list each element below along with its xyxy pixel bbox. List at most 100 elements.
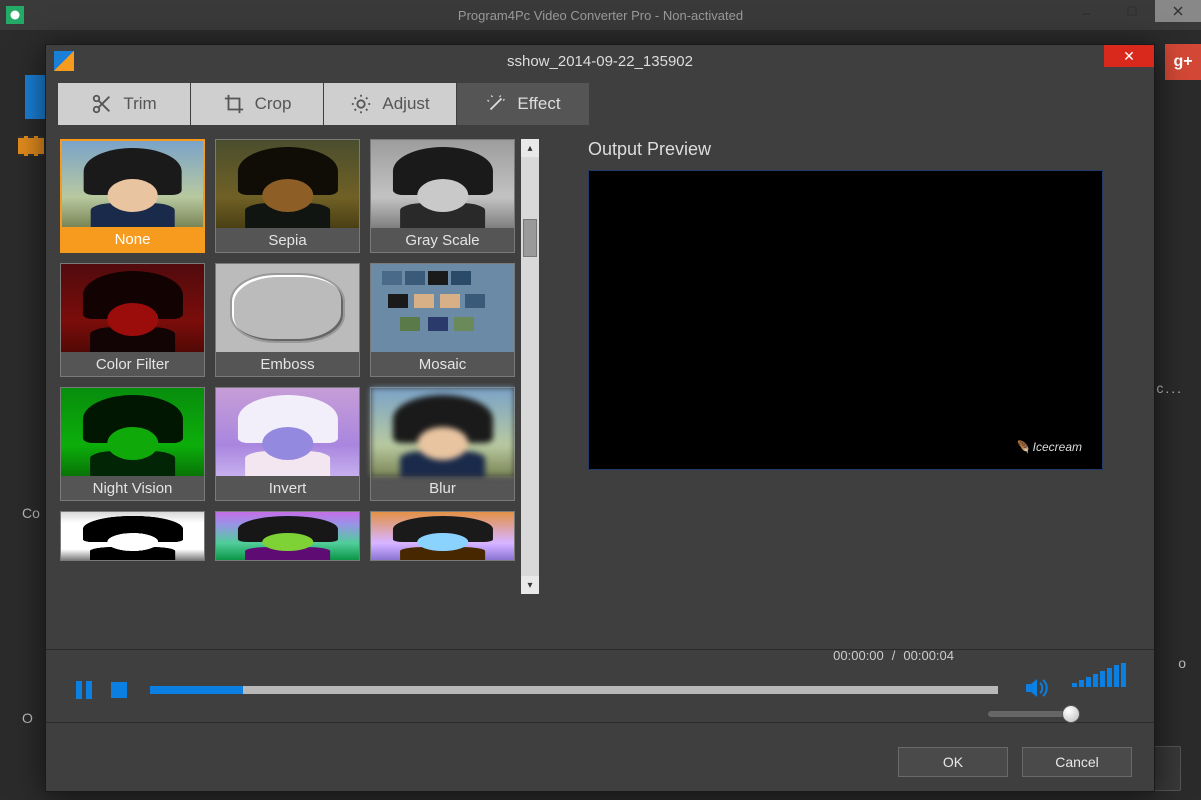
time-readout: 00:00:00 / 00:00:04 — [833, 648, 954, 663]
tab-row: Trim Crop Adjust Effect — [46, 77, 1154, 125]
effect-label: Sepia — [216, 228, 359, 252]
bg-convert-to-label: Co — [22, 505, 40, 521]
effect-label: Blur — [371, 476, 514, 500]
dialog-titlebar: sshow_2014-09-22_135902 ✕ — [46, 45, 1154, 77]
effect-dialog: sshow_2014-09-22_135902 ✕ Trim Crop Adju… — [45, 44, 1155, 792]
effects-grid: None Sepia Gray Scale Color Filter — [60, 139, 515, 594]
tab-adjust-label: Adjust — [382, 94, 429, 114]
scroll-thumb[interactable] — [523, 219, 537, 257]
effect-thumb — [216, 512, 359, 560]
seek-bar[interactable] — [150, 686, 998, 694]
scissors-icon — [91, 93, 113, 115]
effect-thumb — [61, 512, 204, 560]
speaker-icon — [1024, 677, 1050, 699]
effect-none[interactable]: None — [60, 139, 205, 253]
volume-control[interactable] — [1066, 663, 1126, 717]
effect-emboss[interactable]: Emboss — [215, 263, 360, 377]
time-separator: / — [892, 648, 896, 663]
effect-thumb — [371, 512, 514, 560]
scroll-down-button[interactable]: ▾ — [521, 576, 539, 594]
effect-label: Mosaic — [371, 352, 514, 376]
dialog-content: None Sepia Gray Scale Color Filter — [46, 125, 1154, 677]
minimize-button[interactable] — [1063, 0, 1109, 22]
tab-crop-label: Crop — [255, 94, 292, 114]
effect-row4b[interactable] — [215, 511, 360, 561]
effect-thumb — [371, 264, 514, 352]
tab-trim[interactable]: Trim — [58, 83, 191, 125]
pause-icon — [74, 679, 94, 701]
tab-adjust[interactable]: Adjust — [324, 83, 457, 125]
effect-color-filter[interactable]: Color Filter — [60, 263, 205, 377]
effect-night-vision[interactable]: Night Vision — [60, 387, 205, 501]
preview-title: Output Preview — [588, 139, 1134, 160]
time-total: 00:00:04 — [903, 648, 954, 663]
bg-main-toolbar-icon — [25, 75, 47, 119]
effect-thumb — [61, 388, 204, 476]
bg-right-text-2: o — [1178, 655, 1186, 671]
effect-thumb — [371, 388, 514, 476]
app-icon — [6, 6, 24, 24]
cancel-label: Cancel — [1055, 754, 1099, 770]
main-titlebar: Program4Pc Video Converter Pro - Non-act… — [0, 0, 1201, 30]
effect-gray-scale[interactable]: Gray Scale — [370, 139, 515, 253]
effect-row4a[interactable] — [60, 511, 205, 561]
effect-thumb — [371, 140, 514, 228]
main-area: g+ Co O c... o Merge all videos into one… — [0, 30, 1201, 800]
volume-knob[interactable] — [1062, 705, 1080, 723]
brightness-icon — [350, 93, 372, 115]
bg-right-text: c... — [1156, 380, 1183, 396]
filmstrip-icon — [18, 136, 44, 156]
effect-label: Night Vision — [61, 476, 204, 500]
effect-label: None — [62, 227, 203, 251]
effect-thumb — [216, 140, 359, 228]
scroll-up-button[interactable]: ▴ — [521, 139, 539, 157]
magic-wand-icon — [485, 93, 507, 115]
effect-blur[interactable]: Blur — [370, 387, 515, 501]
ok-label: OK — [943, 754, 963, 770]
window-close-button[interactable] — [1155, 0, 1201, 22]
effect-thumb — [61, 264, 204, 352]
volume-bars-icon — [1072, 663, 1126, 687]
tab-crop[interactable]: Crop — [191, 83, 324, 125]
effect-sepia[interactable]: Sepia — [215, 139, 360, 253]
effect-thumb — [216, 264, 359, 352]
bg-output-label: O — [22, 710, 33, 726]
window-title: Program4Pc Video Converter Pro - Non-act… — [458, 8, 743, 23]
gplus-label: g+ — [1173, 53, 1192, 71]
effect-row4c[interactable] — [370, 511, 515, 561]
dialog-title: sshow_2014-09-22_135902 — [507, 53, 693, 70]
preview-watermark: 🪶 Icecream — [1015, 440, 1082, 455]
ok-button[interactable]: OK — [898, 747, 1008, 777]
crop-icon — [223, 93, 245, 115]
effect-thumb — [62, 141, 203, 227]
preview-pane: Output Preview 🪶 Icecream — [548, 139, 1134, 677]
preview-viewport: 🪶 Icecream — [588, 170, 1103, 470]
effects-pane: None Sepia Gray Scale Color Filter — [60, 139, 548, 677]
effect-thumb — [216, 388, 359, 476]
maximize-button[interactable] — [1109, 0, 1155, 22]
stop-button[interactable] — [110, 681, 128, 699]
effect-label: Color Filter — [61, 352, 204, 376]
tab-effect-label: Effect — [517, 94, 560, 114]
dialog-icon — [54, 51, 74, 71]
effect-label: Emboss — [216, 352, 359, 376]
window-buttons — [1063, 0, 1201, 22]
tab-effect[interactable]: Effect — [457, 83, 590, 125]
effect-label: Gray Scale — [371, 228, 514, 252]
cancel-button[interactable]: Cancel — [1022, 747, 1132, 777]
seek-fill — [150, 686, 243, 694]
volume-button[interactable] — [1024, 677, 1050, 704]
volume-slider[interactable] — [988, 711, 1076, 717]
dialog-close-button[interactable]: ✕ — [1104, 45, 1154, 67]
player-bar: 00:00:00 / 00:00:04 — [46, 649, 1154, 723]
time-current: 00:00:00 — [833, 648, 884, 663]
dialog-buttons: OK Cancel — [898, 747, 1132, 777]
scroll-track[interactable] — [521, 157, 539, 576]
stop-icon — [110, 681, 128, 699]
effect-invert[interactable]: Invert — [215, 387, 360, 501]
effects-scrollbar[interactable]: ▴ ▾ — [521, 139, 539, 594]
google-plus-button[interactable]: g+ — [1165, 44, 1201, 80]
pause-button[interactable] — [74, 679, 94, 701]
tab-trim-label: Trim — [123, 94, 156, 114]
effect-mosaic[interactable]: Mosaic — [370, 263, 515, 377]
